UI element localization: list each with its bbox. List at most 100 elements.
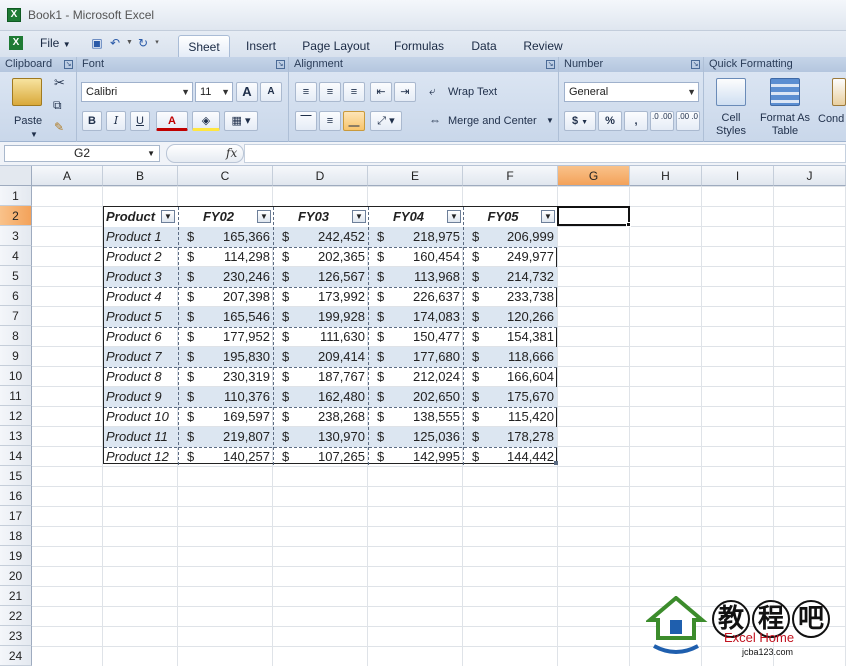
row-header-22[interactable]: 22 [0,606,32,626]
column-header-a[interactable]: A [32,166,103,186]
tab-page-layout[interactable]: Page Layout [298,35,374,57]
row-header-4[interactable]: 4 [0,246,32,266]
product-cell[interactable]: Product 7 [104,347,178,367]
value-cell[interactable]: $140,257 [179,447,274,467]
table-header-cell[interactable]: FY03 ▼ [274,207,369,227]
excel-app-icon[interactable]: X [7,8,21,22]
table-row[interactable]: Product 6 $177,952 $111,630 $150,477 $154,38… [104,327,558,348]
row-header-2[interactable]: 2 [0,206,32,226]
filter-dropdown-icon[interactable]: ▼ [447,210,461,223]
table-row[interactable]: Product 4 $207,398 $173,992 $226,637 $233,73… [104,287,557,308]
value-cell[interactable]: $113,968 [369,267,464,287]
row-header-15[interactable]: 15 [0,466,32,486]
number-launcher-icon[interactable]: ↘ [691,60,700,69]
merge-center-button[interactable]: Merge and Center [448,114,537,128]
align-center-icon[interactable]: ≡ [319,82,341,102]
customize-toolbar-icon[interactable]: ▾ [154,36,160,50]
row-header-21[interactable]: 21 [0,586,32,606]
wrap-text-button[interactable]: Wrap Text [448,85,497,99]
table-resize-handle[interactable] [554,461,558,465]
conditional-formatting-icon[interactable] [832,78,846,106]
value-cell[interactable]: $114,298 [179,247,274,267]
value-cell[interactable]: $214,732 [464,267,558,287]
value-cell[interactable]: $162,480 [274,387,369,407]
value-cell[interactable]: $177,680 [369,347,464,367]
table-row[interactable]: Product 7 $195,830 $209,414 $177,680 $118,66… [104,347,557,368]
table-row[interactable]: Product 11 $219,807 $130,970 $125,036 $178,2… [104,427,557,448]
value-cell[interactable]: $110,376 [179,387,274,407]
format-as-table-icon[interactable] [770,78,800,106]
value-cell[interactable]: $174,083 [369,307,464,327]
align-bottom-icon[interactable]: ⎽ [343,111,365,131]
product-cell[interactable]: Product 10 [104,407,178,427]
value-cell[interactable]: $154,381 [464,327,558,347]
product-cell[interactable]: Product 6 [104,327,178,347]
table-row[interactable]: Product 9 $110,376 $162,480 $202,650 $175,67… [104,387,558,408]
font-launcher-icon[interactable]: ↘ [276,60,285,69]
column-header-b[interactable]: B [103,166,178,186]
value-cell[interactable]: $150,477 [369,327,464,347]
row-header-14[interactable]: 14 [0,446,32,466]
value-cell[interactable]: $107,265 [274,447,369,467]
insert-function-icon[interactable]: fx [226,146,237,160]
value-cell[interactable]: $199,928 [274,307,369,327]
active-cell-g2[interactable] [557,206,630,226]
value-cell[interactable]: $187,767 [274,367,369,387]
row-header-10[interactable]: 10 [0,366,32,386]
table-row[interactable]: Product 2 $114,298 $202,365 $160,454 $249,97… [104,247,558,268]
product-cell[interactable]: Product 8 [104,367,178,387]
column-header-j[interactable]: J [774,166,846,186]
value-cell[interactable]: $173,992 [274,287,369,307]
value-cell[interactable]: $207,398 [179,287,274,307]
fill-handle[interactable] [626,222,631,227]
row-header-24[interactable]: 24 [0,646,32,666]
value-cell[interactable]: $142,995 [369,447,464,467]
row-header-11[interactable]: 11 [0,386,32,406]
row-header-3[interactable]: 3 [0,226,32,246]
decrease-decimal-button[interactable]: .00 .0 [676,111,700,131]
tab-insert[interactable]: Insert [238,35,284,57]
product-cell[interactable]: Product 2 [104,247,178,267]
table-row[interactable]: Product 5 $165,546 $199,928 $174,083 $120,26… [104,307,558,328]
name-box[interactable]: G2 ▼ [4,145,160,162]
tab-sheet[interactable]: Sheet [178,35,230,57]
orientation-icon[interactable]: ⤢ ▾ [370,111,402,131]
row-header-23[interactable]: 23 [0,626,32,646]
column-header-f[interactable]: F [463,166,558,186]
table-row[interactable]: Product 10 $169,597 $238,268 $138,555 $115,4… [104,407,558,428]
select-all-corner[interactable] [0,166,32,186]
value-cell[interactable]: $165,366 [179,227,274,247]
row-header-19[interactable]: 19 [0,546,32,566]
table-row[interactable]: Product 8 $230,319 $187,767 $212,024 $166,60… [104,367,557,388]
value-cell[interactable]: $120,266 [464,307,558,327]
value-cell[interactable]: $249,977 [464,247,558,267]
shrink-font-button[interactable]: A [260,82,282,102]
value-cell[interactable]: $115,420 [464,407,558,427]
borders-icon[interactable]: ▦ ▾ [224,111,258,131]
value-cell[interactable]: $238,268 [274,407,369,427]
paste-button[interactable]: Paste [14,114,42,128]
product-cell[interactable]: Product 5 [104,307,178,327]
decrease-indent-icon[interactable]: ⇤ [370,82,392,102]
product-cell[interactable]: Product 12 [104,447,178,467]
column-header-d[interactable]: D [273,166,368,186]
value-cell[interactable]: $175,670 [464,387,558,407]
cut-icon[interactable]: ✂ [54,76,65,90]
cell-styles-icon[interactable] [716,78,746,106]
value-cell[interactable]: $209,414 [274,347,369,367]
row-header-12[interactable]: 12 [0,406,32,426]
table-header-cell[interactable]: FY02 ▼ [179,207,274,227]
grow-font-button[interactable]: A [236,82,258,102]
row-header-6[interactable]: 6 [0,286,32,306]
column-header-h[interactable]: H [630,166,702,186]
filter-dropdown-icon[interactable]: ▼ [352,210,366,223]
value-cell[interactable]: $219,807 [179,427,274,447]
value-cell[interactable]: $230,319 [179,367,274,387]
undo-icon[interactable]: ↶ [108,36,122,50]
row-header-1[interactable]: 1 [0,186,32,206]
row-header-13[interactable]: 13 [0,426,32,446]
bold-button[interactable]: B [82,111,102,131]
dropdown-arrow-icon[interactable]: ▼ [126,36,133,50]
value-cell[interactable]: $206,999 [464,227,558,247]
product-cell[interactable]: Product 11 [104,427,178,447]
